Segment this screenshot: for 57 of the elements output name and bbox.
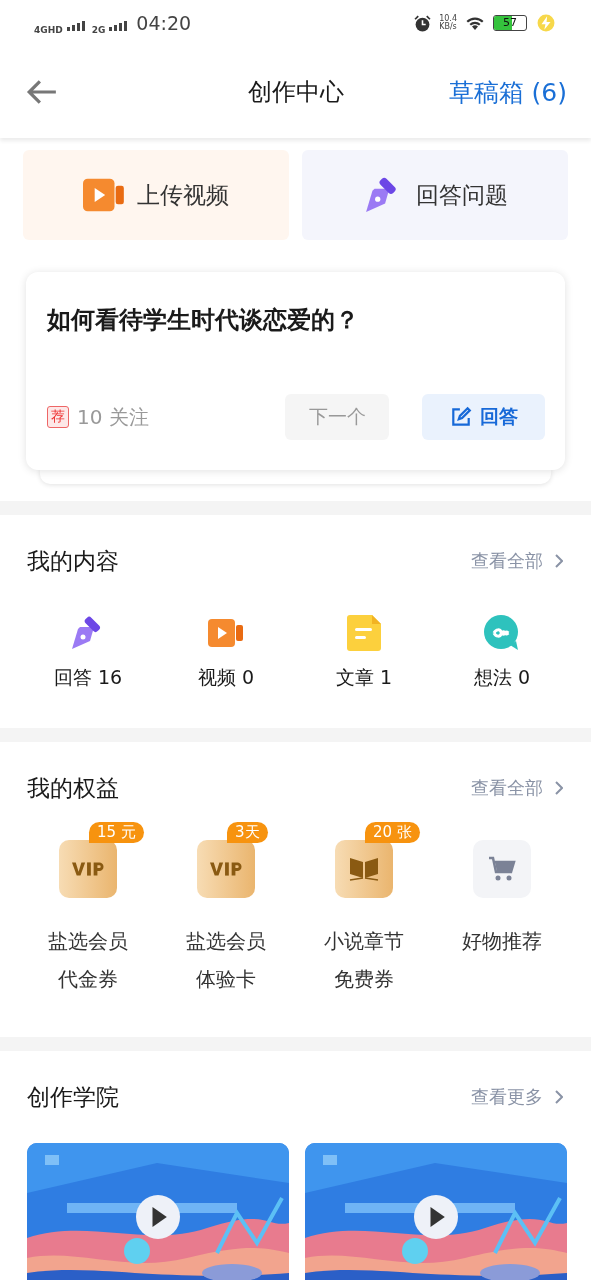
benefit-label: 盐选会员 (48, 928, 128, 955)
content-item[interactable]: 想法 0 (433, 607, 571, 691)
content-label: 想法 0 (473, 665, 531, 690)
question-title[interactable]: 如何看待学生时代谈恋爱的？ (47, 304, 545, 394)
content-label: 回答 16 (53, 665, 123, 690)
follower-count: 10 关注 (77, 403, 150, 431)
benefit-badge: 3天 (227, 822, 268, 843)
network-label: 4GHD (34, 25, 63, 35)
benefit-badge: 15 元 (89, 822, 144, 843)
page-title: 创作中心 (247, 77, 344, 108)
content-item[interactable]: 视频 0 (157, 607, 295, 691)
document-icon (346, 615, 382, 651)
edit-icon (449, 406, 472, 428)
clock-time: 04:20 (136, 12, 192, 34)
action-button[interactable]: 回答问题 (302, 150, 568, 240)
content-item[interactable]: 回答 16 (19, 607, 157, 691)
network-label: 2G (91, 25, 106, 35)
back-arrow-icon[interactable] (26, 79, 58, 105)
chat-bubble-icon (484, 615, 520, 651)
speed-unit: KB/s (439, 23, 457, 31)
benefit-label: 盐选会员 (186, 928, 266, 955)
benefit-label: 免费券 (334, 966, 394, 993)
wifi-icon (465, 15, 485, 31)
action-button[interactable]: 上传视频 (23, 150, 289, 240)
benefit-badge: 20 张 (365, 822, 420, 843)
cart-icon (488, 856, 516, 882)
benefit-item[interactable]: 20 张 小说章节 免费券 (295, 822, 433, 998)
play-icon[interactable] (136, 1195, 180, 1239)
benefit-label: 好物推荐 (462, 928, 542, 955)
speed-value: 10.4 (439, 15, 457, 23)
signal-icon (66, 21, 85, 31)
alarm-icon (414, 14, 432, 32)
book-icon (349, 856, 379, 882)
section-title: 创作学院 (27, 1082, 119, 1112)
drafts-link[interactable]: 草稿箱 (6) (448, 75, 567, 109)
section-title: 我的权益 (27, 773, 119, 803)
play-icon[interactable] (414, 1195, 458, 1239)
lightning-icon (537, 14, 555, 32)
recommend-tag: 荐 (47, 406, 69, 428)
chevron-icon (555, 554, 563, 568)
benefit-label: 代金券 (58, 966, 118, 993)
section-title: 我的内容 (27, 546, 119, 576)
vip-icon (210, 861, 242, 877)
benefit-item[interactable]: 3天 盐选会员 体验卡 (157, 822, 295, 998)
video-camera-icon (83, 176, 125, 214)
signal-icon (109, 21, 128, 31)
answer-button[interactable]: 回答 (422, 394, 545, 440)
benefit-item[interactable]: 好物推荐 (433, 822, 571, 998)
chevron-icon (555, 1090, 563, 1104)
content-label: 视频 0 (197, 665, 255, 690)
benefit-label: 小说章节 (324, 928, 404, 955)
vip-icon (72, 861, 104, 877)
benefit-item[interactable]: 15 元 盐选会员 代金券 (19, 822, 157, 998)
content-label: 文章 1 (335, 665, 393, 690)
benefit-label: 体验卡 (196, 966, 256, 993)
content-item[interactable]: 文章 1 (295, 607, 433, 691)
chevron-icon (555, 781, 563, 795)
